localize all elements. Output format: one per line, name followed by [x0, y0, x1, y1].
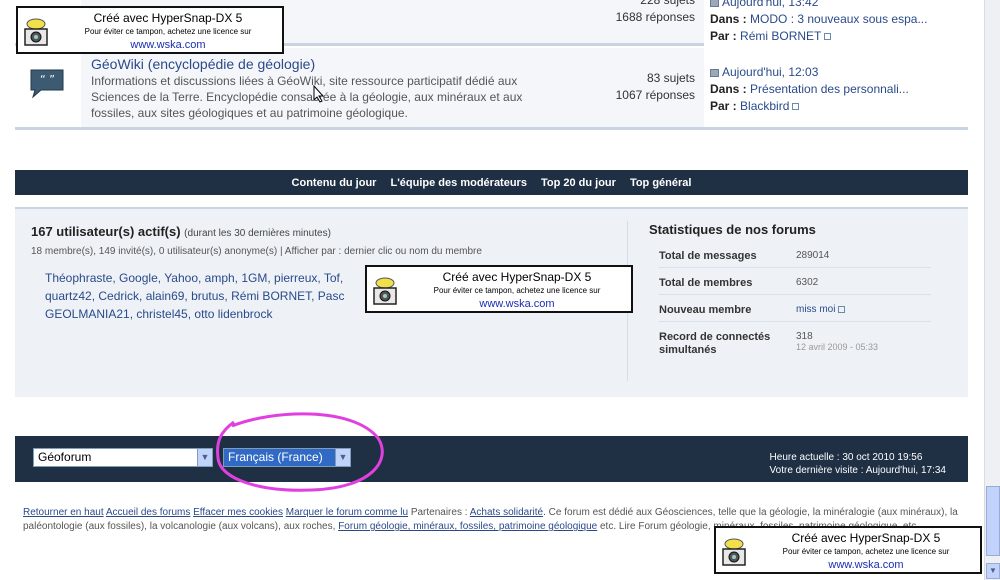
last-visit: Votre dernière visite : Aujourd'hui, 17:…: [769, 465, 946, 476]
watermark-stamp: Créé avec HyperSnap-DX 5 Pour éviter ce …: [365, 265, 633, 313]
nav-item-top20[interactable]: Top 20 du jour: [541, 177, 616, 189]
stamp-line-2: Pour éviter ce tampon, achetez une licen…: [433, 286, 601, 295]
camera-icon: [722, 538, 746, 566]
nav-item-contenu[interactable]: Contenu du jour: [292, 177, 377, 189]
partners-label: Partenaires :: [410, 507, 468, 518]
new-member-link[interactable]: miss moi: [796, 304, 835, 315]
stamp-line-3: www.wska.com: [479, 298, 555, 310]
replies-count: 1067 réponses: [615, 88, 695, 102]
last-post: Aujourd'hui, 13:42 Dans : MODO : 3 nouve…: [704, 0, 968, 46]
last-post: Aujourd'hui, 12:03 Dans : Présentation d…: [704, 48, 968, 127]
profile-link-icon[interactable]: [824, 33, 832, 41]
watermark-stamp: Créé avec HyperSnap-DX 5 Pour éviter ce …: [714, 526, 982, 574]
post-icon[interactable]: [710, 0, 719, 7]
stamp-line-3: www.wska.com: [828, 559, 904, 571]
stats-label: Total de messages: [659, 250, 757, 262]
profile-link-icon[interactable]: [838, 305, 846, 313]
last-post-topic[interactable]: Présentation des personnali...: [750, 82, 909, 96]
clear-cookies-link[interactable]: Effacer mes cookies: [193, 507, 283, 518]
topics-count: 83 sujets: [646, 71, 695, 85]
time-info: Heure actuelle : 30 oct 2010 19:56 Votre…: [770, 451, 946, 477]
forum-jump-select[interactable]: Géoforum ▼: [33, 448, 213, 467]
stats-label: Record de connectés simultanés: [659, 331, 771, 356]
forum-jump-value: Géoforum: [38, 450, 92, 464]
active-users-count: 167 utilisateur(s) actif(s): [31, 224, 181, 239]
nav-item-moderateurs[interactable]: L'équipe des modérateurs: [390, 177, 527, 189]
nav-item-top-general[interactable]: Top général: [630, 177, 692, 189]
geology-forum-link[interactable]: Forum géologie, minéraux, fossiles, patr…: [338, 521, 597, 532]
forum-title[interactable]: GéoWiki (encyclopédie de géologie): [91, 56, 315, 72]
post-icon[interactable]: [710, 68, 719, 77]
stats-value: 318: [796, 331, 813, 342]
last-post-date[interactable]: Aujourd'hui, 13:42: [722, 0, 818, 9]
stats-value-group: 318 12 avril 2009 - 05:33: [796, 331, 878, 357]
last-post-by-label: Par :: [710, 99, 737, 113]
chevron-down-icon[interactable]: ▼: [197, 449, 212, 466]
partners-link[interactable]: Achats solidarité: [470, 507, 543, 518]
stats-value: 6302: [796, 277, 819, 288]
scrollbar[interactable]: ▼: [984, 0, 1000, 580]
nav-bar: Contenu du jour L'équipe des modérateurs…: [15, 170, 968, 195]
last-post-in-label: Dans :: [710, 12, 747, 26]
stats-value: 289014: [796, 250, 830, 261]
annotation-circle: [216, 412, 384, 492]
stats-label: Nouveau membre: [659, 304, 752, 316]
active-users-note: (durant les 30 dernières minutes): [184, 228, 331, 239]
camera-icon: [24, 18, 48, 46]
watermark-stamp: Créé avec HyperSnap-DX 5 Pour éviter ce …: [16, 6, 284, 54]
last-post-by-label: Par :: [710, 29, 737, 43]
camera-icon: [373, 277, 397, 305]
speech-bubble-icon: “ ”: [30, 69, 64, 99]
forum-icon-cell: “ ”: [15, 48, 81, 127]
stats-row: Total de membres 6302: [659, 268, 931, 295]
mouse-cursor-icon: [313, 85, 325, 103]
stats-row: Total de messages 289014: [659, 245, 931, 268]
stamp-line-1: Créé avec HyperSnap-DX 5: [93, 11, 243, 25]
back-to-top-link[interactable]: Retourner en haut: [23, 507, 104, 518]
scroll-thumb[interactable]: [986, 486, 1000, 556]
stamp-line-2: Pour éviter ce tampon, achetez une licen…: [84, 27, 252, 36]
active-users-subtitle: 18 membre(s), 149 invité(s), 0 utilisate…: [31, 246, 482, 257]
profile-link-icon[interactable]: [792, 103, 800, 111]
replies-count: 1688 réponses: [615, 10, 695, 24]
scroll-down-icon[interactable]: ▼: [986, 563, 1000, 579]
last-post-in-label: Dans :: [710, 82, 747, 96]
last-post-topic[interactable]: MODO : 3 nouveaux sous espa...: [750, 12, 927, 26]
forum-stats-title: Statistiques de nos forums: [649, 222, 816, 237]
forum-home-link[interactable]: Accueil des forums: [106, 507, 190, 518]
forum-stats: 83 sujets 1067 réponses: [616, 70, 695, 104]
last-post-author[interactable]: Rémi BORNET: [740, 29, 821, 43]
stats-sub-value: 12 avril 2009 - 05:33: [796, 342, 879, 352]
mark-read-link[interactable]: Marquer le forum comme lu: [286, 507, 408, 518]
footer-bar: Géoforum ▼ Français (France) ▼ Heure act…: [15, 436, 968, 482]
svg-text:“ ”: “ ”: [40, 73, 55, 86]
stats-label: Total de membres: [659, 277, 753, 289]
active-users-title: 167 utilisateur(s) actif(s) (durant les …: [31, 224, 331, 239]
last-post-author[interactable]: Blackbird: [740, 99, 789, 113]
forum-row-geowiki: “ ” GéoWiki (encyclopédie de géologie) I…: [15, 48, 968, 130]
stamp-line-1: Créé avec HyperSnap-DX 5: [791, 531, 941, 545]
active-users-list[interactable]: Théophraste, Google, Yahoo, amph, 1GM, p…: [45, 269, 375, 323]
stamp-line-1: Créé avec HyperSnap-DX 5: [442, 270, 592, 284]
forum-stats: 228 sujets 1688 réponses: [616, 0, 695, 26]
stamp-line-2: Pour éviter ce tampon, achetez une licen…: [782, 547, 950, 556]
stats-value: miss moi: [796, 304, 846, 316]
last-post-date[interactable]: Aujourd'hui, 12:03: [722, 65, 818, 79]
current-time: Heure actuelle : 30 oct 2010 19:56: [769, 452, 923, 463]
stamp-line-3: www.wska.com: [130, 39, 206, 51]
forum-stats-table: Total de messages 289014 Total de membre…: [659, 245, 931, 362]
stats-row: Record de connectés simultanés 318 12 av…: [659, 322, 931, 362]
topics-count: 228 sujets: [640, 0, 695, 7]
stats-row: Nouveau membre miss moi: [659, 295, 931, 322]
